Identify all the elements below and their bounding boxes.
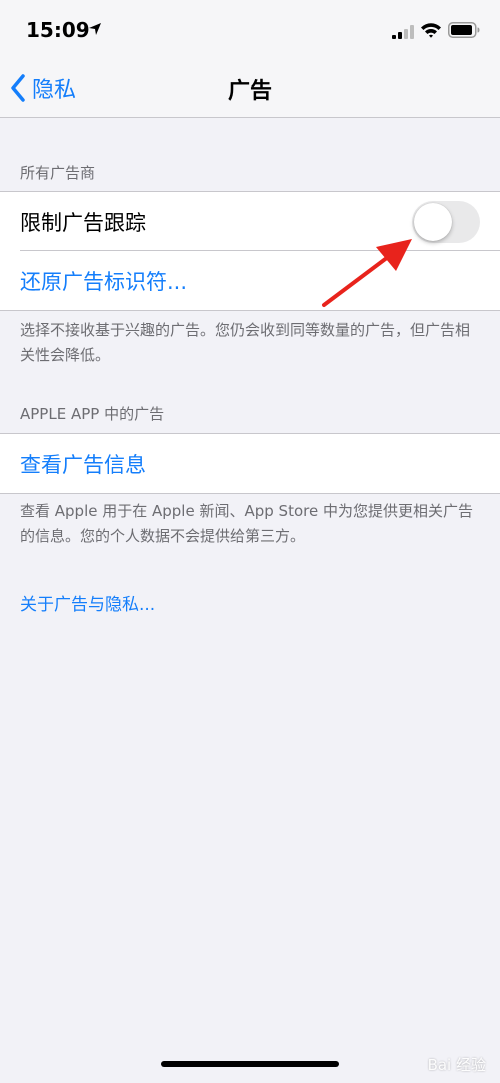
location-arrow-icon <box>89 23 101 35</box>
apple-ads-group: 查看广告信息 <box>0 433 500 494</box>
battery-icon <box>448 22 480 38</box>
reset-advertising-identifier-link[interactable]: 还原广告标识符... <box>20 266 187 296</box>
toggle-knob <box>414 203 452 241</box>
section-header-all-advertisers: 所有广告商 <box>20 164 96 182</box>
advertising-settings-group: 限制广告跟踪 还原广告标识符... <box>0 191 500 311</box>
limit-ad-tracking-toggle[interactable] <box>412 201 480 243</box>
wifi-icon <box>421 23 441 38</box>
cellular-signal-icon <box>392 25 414 39</box>
page-title: 广告 <box>227 79 272 104</box>
section-footer-apple-app: 查看 Apple 用于在 Apple 新闻、App Store 中为您提供更相关… <box>20 502 473 545</box>
navigation-bar: 隐私 广告 <box>0 60 500 118</box>
watermark: Bai 经验 <box>427 1056 486 1074</box>
limit-ad-tracking-label: 限制广告跟踪 <box>20 210 146 235</box>
section-footer-all-advertisers: 选择不接收基于兴趣的广告。您仍会收到同等数量的广告，但广告相关性会降低。 <box>20 321 471 364</box>
reset-advertising-identifier-row[interactable]: 还原广告标识符... <box>0 251 500 310</box>
home-indicator[interactable] <box>161 1061 339 1067</box>
view-ad-information-row[interactable]: 查看广告信息 <box>0 434 500 493</box>
status-time: 15:09 <box>26 18 90 42</box>
section-header-apple-app: APPLE APP 中的广告 <box>20 405 165 423</box>
status-bar: 15:09 <box>0 0 500 60</box>
limit-ad-tracking-row: 限制广告跟踪 <box>0 192 500 251</box>
view-ad-information-link[interactable]: 查看广告信息 <box>20 449 146 479</box>
about-advertising-privacy-link[interactable]: 关于广告与隐私... <box>20 590 155 615</box>
